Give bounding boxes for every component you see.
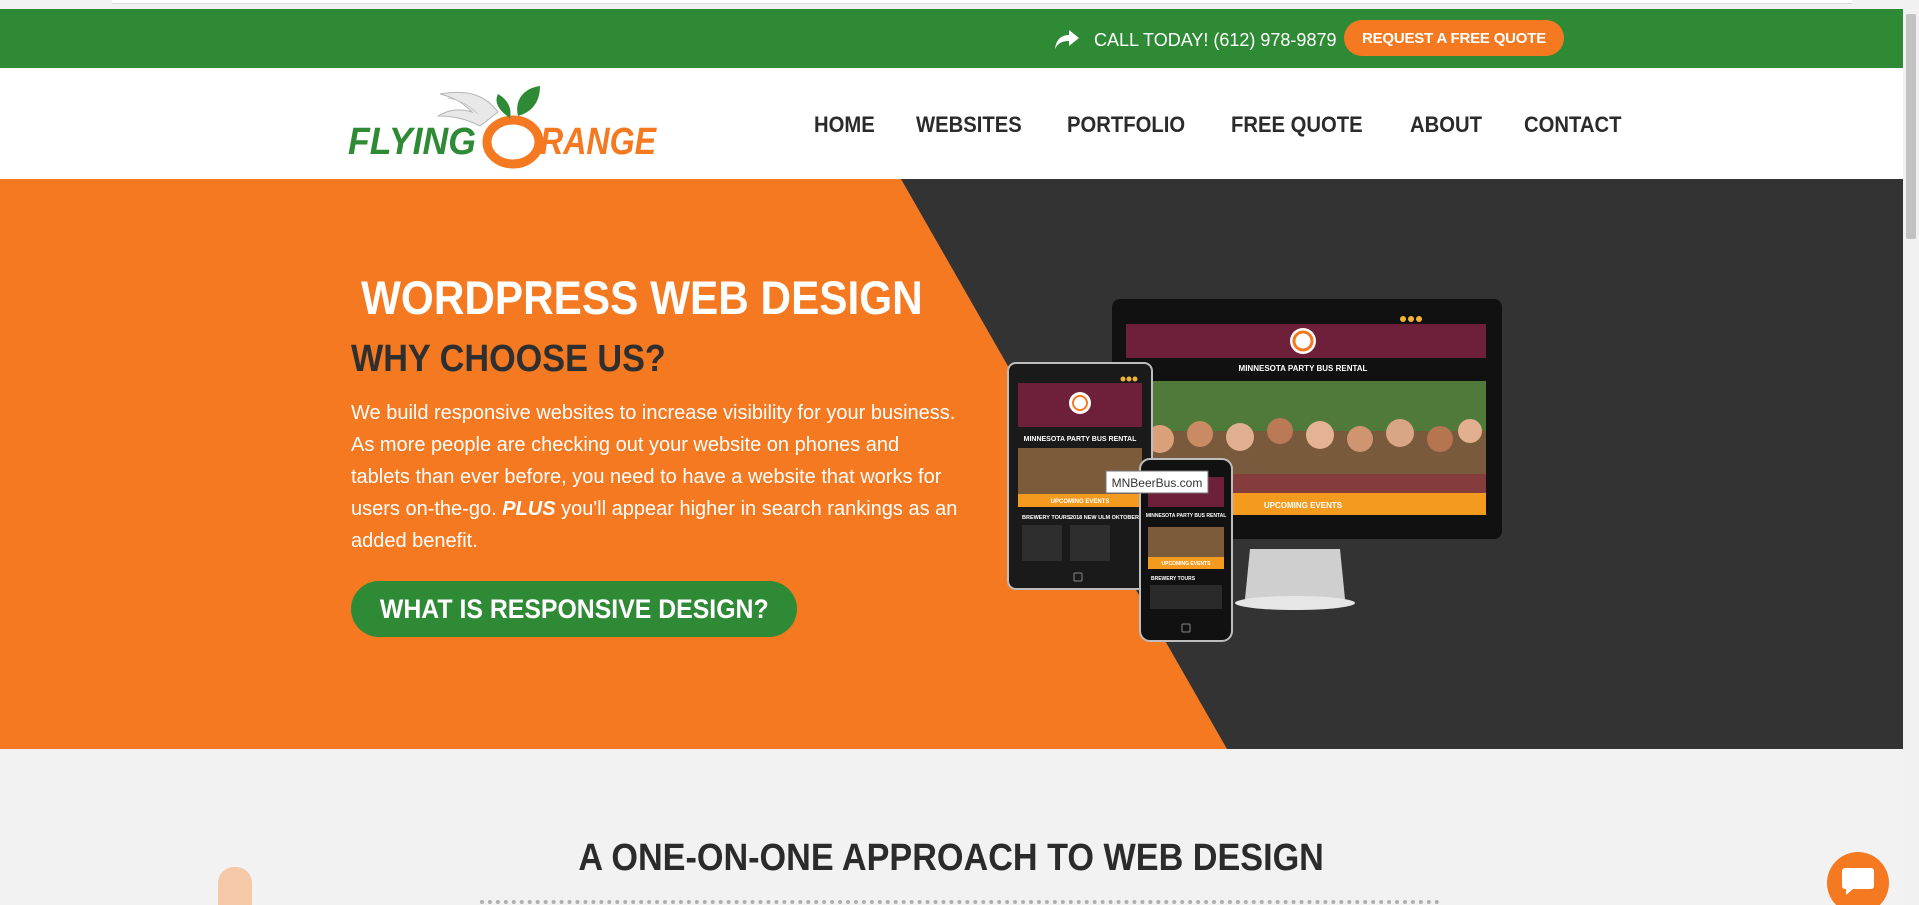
device-mockup-image: MINNESOTA PARTY BUS RENTAL UPCOMING EVEN… (1007, 299, 1502, 642)
flying-orange-logo[interactable]: FLYING RANGE (348, 82, 658, 170)
nav-about[interactable]: ABOUT (1410, 112, 1482, 138)
tablet-site-title: MINNESOTA PARTY BUS RENTAL (1024, 436, 1138, 443)
scrollbar-thumb[interactable] (1906, 14, 1916, 239)
monitor-site-title: MINNESOTA PARTY BUS RENTAL (1239, 364, 1368, 373)
clipped-text-line (480, 900, 1440, 905)
svg-text:RANGE: RANGE (540, 121, 657, 163)
approach-title-text: A ONE-ON-ONE APPROACH TO WEB DESIGN (578, 837, 1325, 879)
call-text: CALL TODAY! (612) 978-9879 (1094, 29, 1337, 50)
svg-text:FLYING: FLYING (348, 121, 476, 163)
responsive-design-button[interactable]: WHAT IS RESPONSIVE DESIGN? (351, 581, 797, 637)
hero-subtitle: WHY CHOOSE US? (351, 338, 666, 380)
nav-portfolio[interactable]: PORTFOLIO (1067, 112, 1185, 138)
tablet-item-1: BREWERY TOURS (1022, 515, 1071, 521)
chat-button[interactable] (1827, 852, 1889, 905)
browser-address-strip (112, 0, 1852, 4)
hero-paragraph: We build responsive websites to increase… (351, 397, 961, 557)
page-scrollbar[interactable] (1903, 0, 1919, 905)
browser-chrome-strip (0, 0, 1900, 9)
call-link[interactable]: CALL TODAY! (612) 978-9879 (1054, 25, 1336, 55)
top-bar: CALL TODAY! (612) 978-9879 REQUEST A FRE… (0, 9, 1903, 68)
phone-site-title: MINNESOTA PARTY BUS RENTAL (1146, 513, 1227, 519)
tablet-events-label: UPCOMING EVENTS (1051, 499, 1110, 505)
hero-section: WORDPRESS WEB DESIGN WHY CHOOSE US? We b… (0, 179, 1903, 749)
approach-section: A ONE-ON-ONE APPROACH TO WEB DESIGN (0, 749, 1903, 905)
nav-contact[interactable]: CONTACT (1524, 112, 1621, 138)
nav-free-quote[interactable]: FREE QUOTE (1231, 112, 1363, 138)
hero-text-emphasis: PLUS (502, 498, 556, 520)
nav-home[interactable]: HOME (814, 112, 875, 138)
hero-title: WORDPRESS WEB DESIGN (361, 270, 923, 324)
monitor-events-label: UPCOMING EVENTS (1264, 501, 1343, 510)
site-header: FLYING RANGE HOME WEBSITES PORTFOLIO FRE… (0, 68, 1903, 179)
nav-websites[interactable]: WEBSITES (916, 112, 1022, 138)
hero-content: WORDPRESS WEB DESIGN WHY CHOOSE US? We b… (351, 268, 971, 637)
phone-events-label: UPCOMING EVENTS (1162, 561, 1212, 567)
request-quote-button[interactable]: REQUEST A FREE QUOTE (1344, 20, 1564, 56)
phone-item: BREWERY TOURS (1151, 576, 1196, 582)
main-nav: HOME WEBSITES PORTFOLIO FREE QUOTE ABOUT… (814, 112, 1666, 138)
share-arrow-icon (1055, 30, 1079, 49)
approach-subtext-clipped (480, 896, 1440, 905)
hero-title-row: WORDPRESS WEB DESIGN (351, 268, 971, 326)
tooltip-text: MNBeerBus.com (1112, 476, 1203, 490)
approach-title: A ONE-ON-ONE APPROACH TO WEB DESIGN (0, 837, 1903, 880)
mockup-tooltip: MNBeerBus.com (1105, 470, 1209, 494)
responsive-design-button-label: WHAT IS RESPONSIVE DESIGN? (379, 593, 769, 624)
chat-bubble-icon (1842, 868, 1874, 895)
